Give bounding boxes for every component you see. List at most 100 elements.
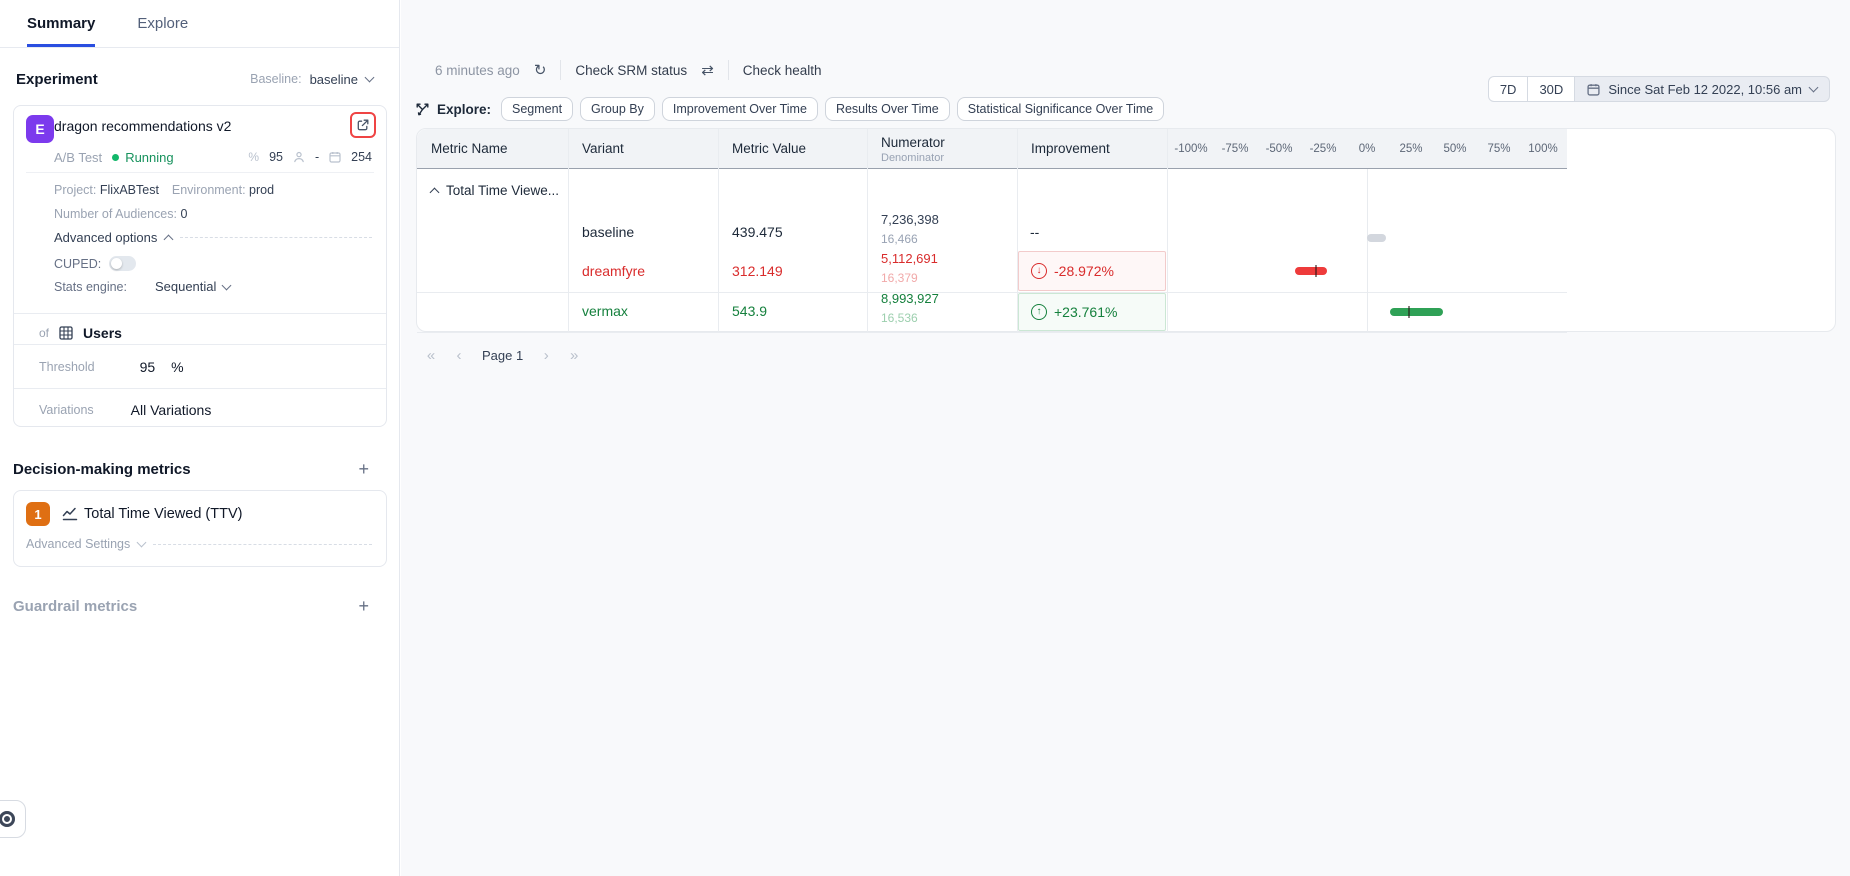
- divider: [560, 60, 561, 80]
- dreamfyre-ci-bar: [1295, 267, 1328, 275]
- environment-value: prod: [249, 183, 274, 197]
- axis-tick: -25%: [1310, 143, 1337, 155]
- variations-label: Variations: [39, 403, 94, 417]
- chevron-up-icon: [164, 235, 174, 245]
- check-srm-button[interactable]: Check SRM status: [575, 63, 687, 78]
- metric-value: 312.149: [732, 263, 783, 279]
- main-area: 6 minutes ago ↻ Check SRM status ⇄ Check…: [401, 0, 1850, 876]
- advanced-settings-toggle[interactable]: Advanced Settings: [26, 537, 372, 551]
- axis-tick: 0%: [1359, 143, 1376, 155]
- threshold-input[interactable]: 95: [140, 359, 156, 375]
- of-label: of: [39, 326, 49, 340]
- axis-tick: -75%: [1222, 143, 1249, 155]
- page-indicator: Page 1: [476, 348, 529, 363]
- explore-segment-button[interactable]: Segment: [501, 97, 573, 121]
- decision-metrics-label: Decision-making metrics: [13, 461, 191, 478]
- audiences-label: Number of Audiences:: [54, 207, 177, 221]
- next-page-button[interactable]: ›: [535, 344, 557, 366]
- calendar-icon: [1587, 83, 1600, 96]
- last-page-button[interactable]: »: [563, 344, 585, 366]
- check-health-button[interactable]: Check health: [743, 63, 822, 78]
- app-screen: Summary Explore Experiment Baseline: bas…: [0, 0, 1850, 876]
- range-30d-button[interactable]: 30D: [1528, 76, 1575, 102]
- add-guardrail-metric-button[interactable]: +: [358, 597, 369, 615]
- col-metric-value: Metric Value: [732, 141, 806, 156]
- dashed-divider: [180, 237, 372, 238]
- toggle-knob: [111, 258, 122, 269]
- column-divider: [718, 129, 719, 332]
- denominator-value: 16,379: [881, 271, 918, 285]
- experiment-title: dragon recommendations v2: [54, 118, 231, 134]
- axis-tick: 25%: [1399, 143, 1422, 155]
- zero-gridline: [1367, 169, 1368, 332]
- axis-tick: 100%: [1528, 143, 1557, 155]
- tab-summary[interactable]: Summary: [27, 0, 95, 47]
- date-range-value: Since Sat Feb 12 2022, 10:56 am: [1608, 82, 1802, 97]
- tab-explore[interactable]: Explore: [137, 0, 188, 47]
- status-running: Running: [125, 150, 173, 165]
- baseline-selector[interactable]: Baseline: baseline: [250, 72, 373, 87]
- chevron-down-icon: [137, 538, 147, 548]
- threshold-unit: %: [171, 359, 183, 375]
- date-range-picker[interactable]: Since Sat Feb 12 2022, 10:56 am: [1575, 76, 1830, 102]
- advanced-options-toggle[interactable]: Advanced options: [54, 230, 372, 245]
- experiment-badge: E: [26, 115, 54, 143]
- explore-results-over-time-button[interactable]: Results Over Time: [825, 97, 950, 121]
- threshold-label: Threshold: [39, 360, 95, 374]
- increase-icon: ↑: [1031, 304, 1047, 320]
- improvement-cell: ↓ -28.972%: [1018, 251, 1166, 291]
- chevron-down-icon: [222, 280, 232, 290]
- improvement-value: -28.972%: [1054, 263, 1114, 279]
- range-7d-button[interactable]: 7D: [1488, 76, 1529, 102]
- project-env-row: Project: FlixABTest Environment: prod: [54, 183, 274, 197]
- explore-improvement-over-time-button[interactable]: Improvement Over Time: [662, 97, 818, 121]
- metric-group-toggle[interactable]: Total Time Viewe...: [431, 183, 559, 198]
- baseline-label: Baseline:: [250, 72, 301, 86]
- chevron-up-icon: [430, 188, 440, 198]
- results-table: Metric Name Variant Metric Value Numerat…: [416, 128, 1836, 332]
- metric-group-name: Total Time Viewe...: [446, 183, 559, 198]
- divider: [728, 60, 729, 80]
- advanced-options-label: Advanced options: [54, 230, 157, 245]
- grid-icon: [59, 326, 73, 340]
- chevron-down-icon: [1809, 83, 1819, 93]
- experiment-status-row: A/B Test Running % 95 - 254: [54, 148, 372, 166]
- divider: [14, 388, 386, 389]
- pagination: « ‹ Page 1 › »: [420, 344, 585, 366]
- prev-page-button[interactable]: ‹: [448, 344, 470, 366]
- first-page-button[interactable]: «: [420, 344, 442, 366]
- open-external-button[interactable]: [350, 112, 376, 138]
- stats-engine-select[interactable]: Sequential: [155, 279, 230, 294]
- unit-value[interactable]: Users: [83, 325, 122, 341]
- srm-sync-icon[interactable]: ⇄: [701, 63, 714, 78]
- improvement-value: --: [1030, 224, 1039, 240]
- explore-groupby-button[interactable]: Group By: [580, 97, 655, 121]
- collapse-widget-button[interactable]: [0, 800, 26, 838]
- metric-name[interactable]: Total Time Viewed (TTV): [84, 506, 242, 522]
- improvement-chart: [1167, 169, 1567, 332]
- cuped-label: CUPED:: [54, 257, 101, 271]
- add-decision-metric-button[interactable]: +: [358, 460, 369, 478]
- improvement-cell: ↑ +23.761%: [1018, 293, 1166, 331]
- stats-engine-label: Stats engine:: [54, 280, 127, 294]
- explore-stat-significance-button[interactable]: Statistical Significance Over Time: [957, 97, 1165, 121]
- decrease-icon: ↓: [1031, 263, 1047, 279]
- dashed-divider: [153, 544, 372, 545]
- col-numerator: Numerator: [881, 135, 945, 150]
- days-stat: 254: [351, 150, 372, 164]
- tab-bar: Summary Explore: [0, 0, 399, 48]
- metric-value: 439.475: [732, 224, 783, 240]
- project-label: Project:: [54, 183, 96, 197]
- numerator-value: 5,112,691: [881, 251, 938, 266]
- cuped-row: CUPED:: [54, 256, 372, 271]
- cuped-toggle[interactable]: [109, 256, 136, 271]
- experiment-stats: % 95 - 254: [248, 150, 372, 164]
- threshold-stat: 95: [269, 150, 283, 164]
- refresh-icon[interactable]: ↻: [534, 63, 547, 78]
- divider: [14, 344, 386, 345]
- explore-icon: [415, 102, 430, 117]
- variations-select[interactable]: All Variations: [131, 402, 212, 418]
- baseline-value: baseline: [310, 72, 358, 87]
- denominator-value: 16,466: [881, 232, 918, 246]
- variant-name: baseline: [582, 224, 634, 240]
